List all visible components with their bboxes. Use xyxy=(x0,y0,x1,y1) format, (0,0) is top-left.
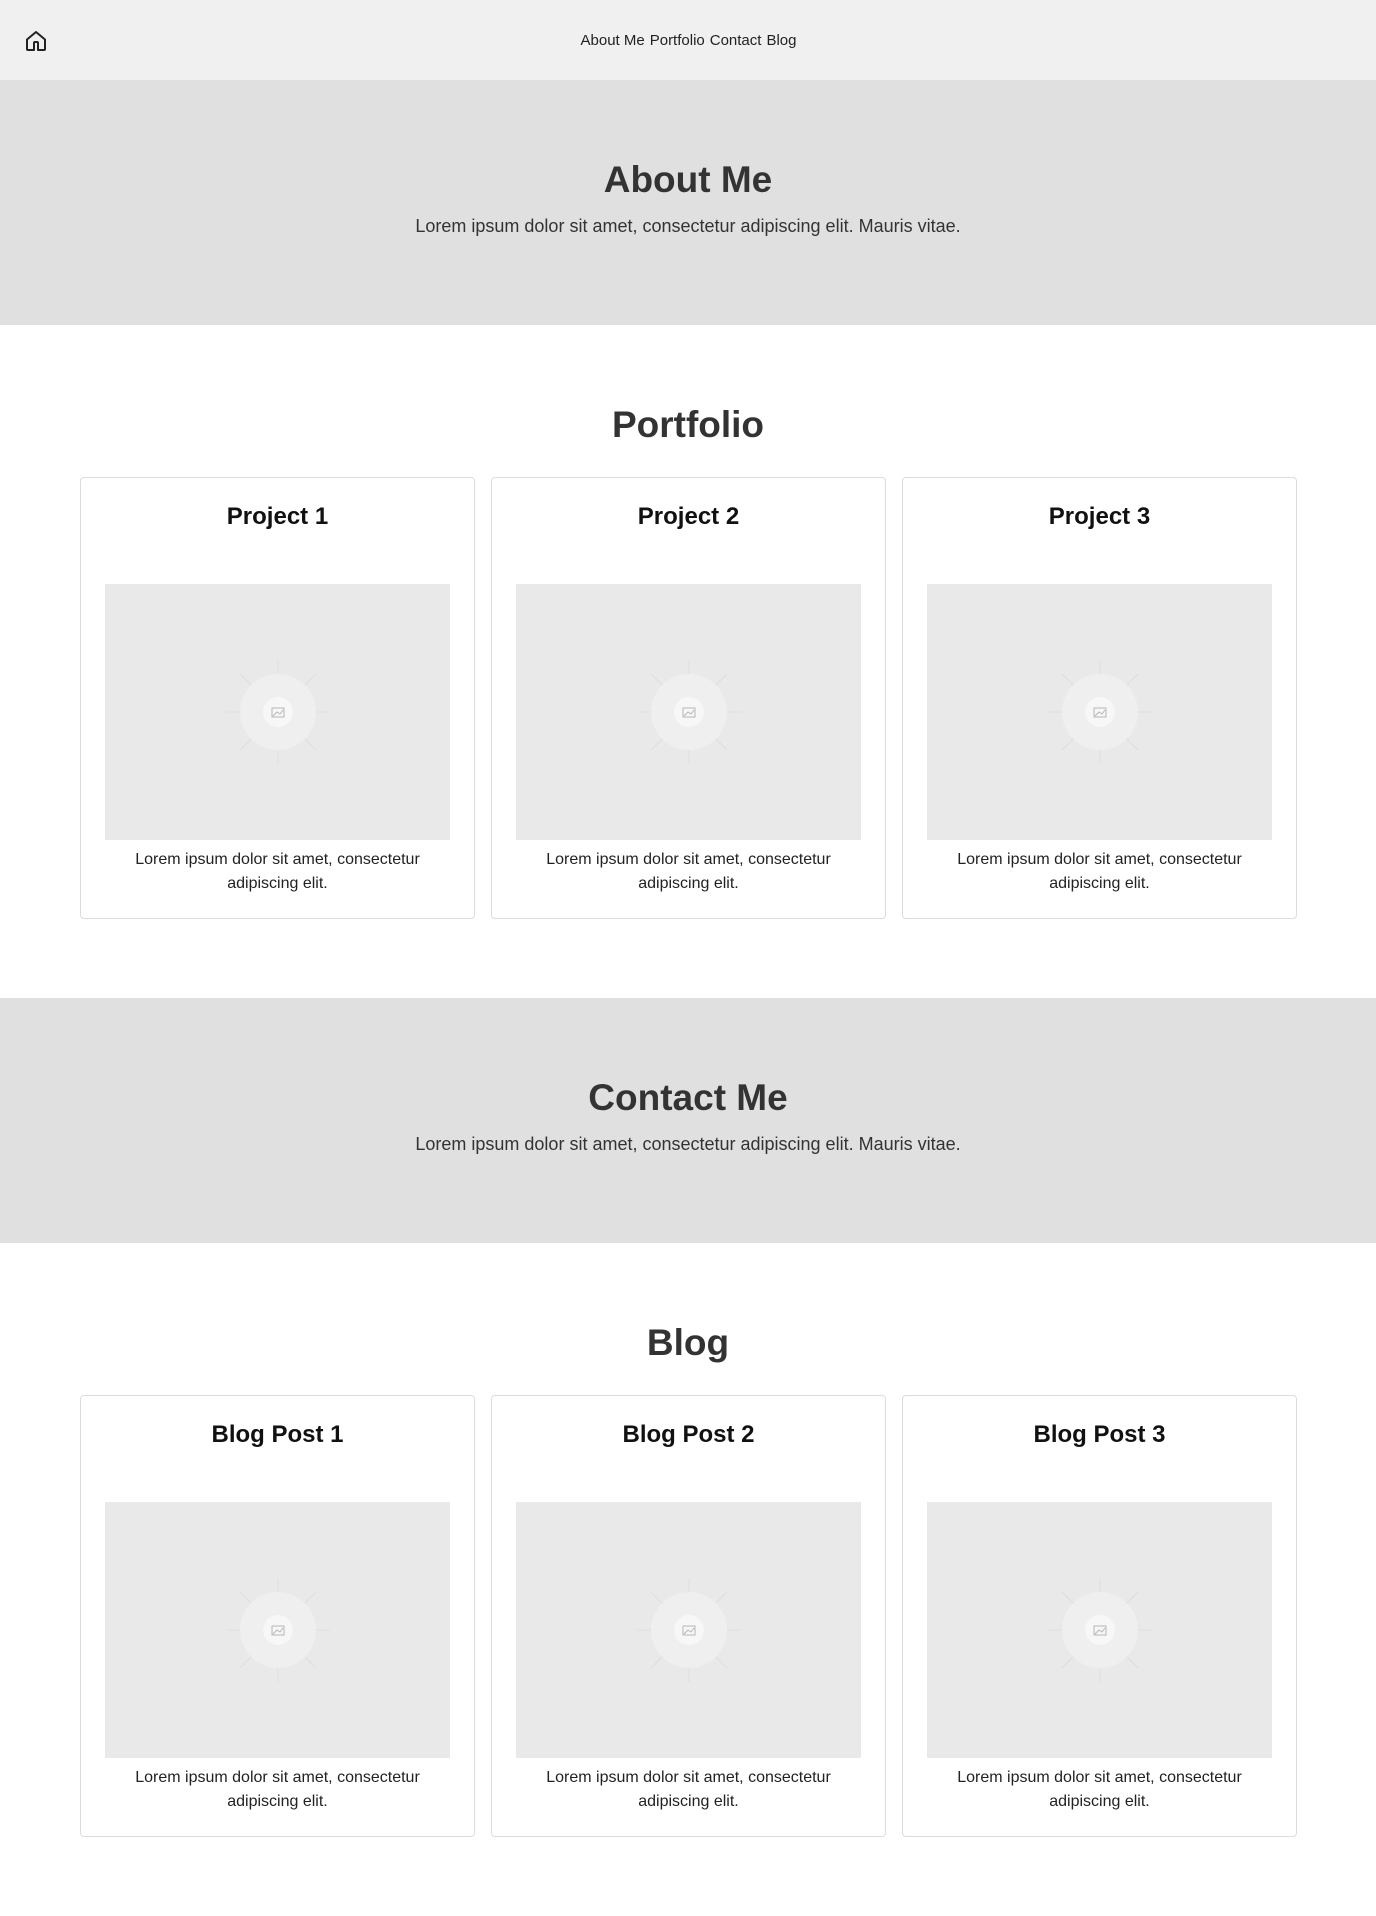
nav-link-about[interactable]: About Me xyxy=(581,32,645,49)
project-title: Project 2 xyxy=(637,503,740,530)
blog-card[interactable]: Blog Post 3 Lorem ipsum dolor sit amet, … xyxy=(902,1395,1297,1837)
blog-post-image xyxy=(516,1502,861,1758)
project-image xyxy=(927,584,1272,840)
project-description: Lorem ipsum dolor sit amet, consectetur … xyxy=(546,851,831,892)
home-icon xyxy=(26,31,46,51)
blog-section: Blog Blog Post 1 Lorem ipsum dolor sit a… xyxy=(0,1243,1376,1837)
project-image xyxy=(516,584,861,840)
about-section: About Me Lorem ipsum dolor sit amet, con… xyxy=(0,80,1376,325)
image-placeholder-icon xyxy=(1047,660,1152,764)
project-card[interactable]: Project 2 Lorem ipsum dolor sit amet, co… xyxy=(491,477,886,919)
blog-card[interactable]: Blog Post 2 Lorem ipsum dolor sit amet, … xyxy=(491,1395,886,1837)
image-placeholder-icon xyxy=(636,660,741,764)
blog-post-image xyxy=(927,1502,1272,1758)
image-placeholder-icon xyxy=(225,660,330,764)
contact-title: Contact Me xyxy=(588,1077,788,1118)
home-button[interactable] xyxy=(22,27,50,55)
about-title: About Me xyxy=(603,159,773,200)
contact-section: Contact Me Lorem ipsum dolor sit amet, c… xyxy=(0,998,1376,1243)
portfolio-cards: Project 1 Lorem ipsum dolor sit amet, co… xyxy=(80,477,1376,919)
blog-post-description: Lorem ipsum dolor sit amet, consectetur … xyxy=(135,1769,420,1810)
project-title: Project 3 xyxy=(1048,503,1151,530)
image-placeholder-icon xyxy=(225,1578,330,1682)
nav-links: About Me Portfolio Contact Blog xyxy=(581,32,797,49)
blog-post-title: Blog Post 3 xyxy=(1033,1421,1166,1448)
portfolio-section: Portfolio Project 1 Lorem ipsum dolor si… xyxy=(0,325,1376,998)
blog-post-image xyxy=(105,1502,450,1758)
nav-link-portfolio[interactable]: Portfolio xyxy=(650,32,705,49)
project-image xyxy=(105,584,450,840)
blog-cards: Blog Post 1 Lorem ipsum dolor sit amet, … xyxy=(80,1395,1376,1837)
nav-link-contact[interactable]: Contact xyxy=(710,32,762,49)
blog-post-description: Lorem ipsum dolor sit amet, consectetur … xyxy=(546,1769,831,1810)
image-placeholder-icon xyxy=(636,1578,741,1682)
blog-post-title: Blog Post 2 xyxy=(622,1421,755,1448)
contact-text: Lorem ipsum dolor sit amet, consectetur … xyxy=(415,1134,961,1154)
portfolio-title: Portfolio xyxy=(611,404,765,445)
project-card[interactable]: Project 1 Lorem ipsum dolor sit amet, co… xyxy=(80,477,475,919)
nav-link-blog[interactable]: Blog xyxy=(766,32,796,49)
project-description: Lorem ipsum dolor sit amet, consectetur … xyxy=(957,851,1242,892)
image-placeholder-icon xyxy=(1047,1578,1152,1682)
about-text: Lorem ipsum dolor sit amet, consectetur … xyxy=(415,216,961,236)
project-card[interactable]: Project 3 Lorem ipsum dolor sit amet, co… xyxy=(902,477,1297,919)
project-description: Lorem ipsum dolor sit amet, consectetur … xyxy=(135,851,420,892)
project-title: Project 1 xyxy=(226,503,329,530)
navbar: About Me Portfolio Contact Blog xyxy=(0,0,1376,80)
blog-title: Blog xyxy=(646,1322,730,1363)
blog-post-description: Lorem ipsum dolor sit amet, consectetur … xyxy=(957,1769,1242,1810)
blog-post-title: Blog Post 1 xyxy=(211,1421,344,1448)
blog-card[interactable]: Blog Post 1 Lorem ipsum dolor sit amet, … xyxy=(80,1395,475,1837)
